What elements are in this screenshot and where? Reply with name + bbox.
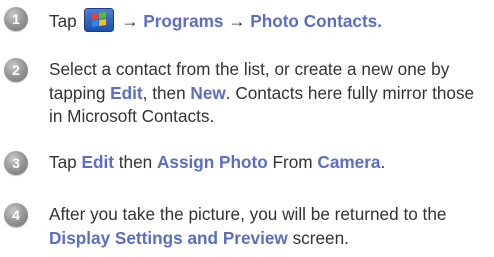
step-text: Tap Edit then Assign Photo From Camera. [49, 151, 492, 175]
arrow-separator: → [116, 11, 144, 31]
step-number-badge: 4 [4, 203, 28, 227]
arrow-separator: → [223, 11, 251, 31]
step-text-plain: Tap [49, 152, 82, 172]
step-text-plain: From [267, 152, 318, 172]
step-number-badge: 3 [4, 151, 28, 175]
edit-term: Edit [81, 152, 114, 172]
step-text-plain: screen. [287, 227, 349, 248]
camera-term: Camera [317, 152, 381, 172]
programs-link: Programs [143, 11, 224, 31]
step-number-badge: 2 [4, 58, 28, 82]
step-3: 3 Tap Edit then Assign Photo From Camera… [4, 151, 492, 177]
step-text-plain: then [113, 152, 157, 172]
step-1: 1 Tap → Programs → Photo Contacts. [4, 7, 492, 35]
edit-term: Edit [110, 82, 143, 103]
photo-contacts-link: Photo Contacts. [250, 11, 383, 31]
step-text: After you take the picture, you will be … [49, 203, 492, 250]
step-text: Select a contact from the list, or creat… [49, 58, 492, 129]
step-number-badge: 1 [4, 7, 28, 31]
windows-start-icon [83, 8, 114, 32]
step-text-plain: Tap [49, 11, 82, 31]
step-4: 4 After you take the picture, you will b… [4, 203, 492, 253]
display-settings-term: Display Settings and Preview [49, 227, 288, 248]
step-2: 2 Select a contact from the list, or cre… [4, 58, 492, 130]
step-text-plain: , then [142, 82, 191, 103]
step-text: Tap → Programs → Photo Contacts. [49, 8, 492, 34]
assign-photo-term: Assign Photo [156, 152, 268, 172]
step-text-plain: After you take the picture, you will be … [49, 204, 447, 224]
new-term: New [190, 82, 226, 103]
step-text-plain: . [380, 152, 386, 172]
